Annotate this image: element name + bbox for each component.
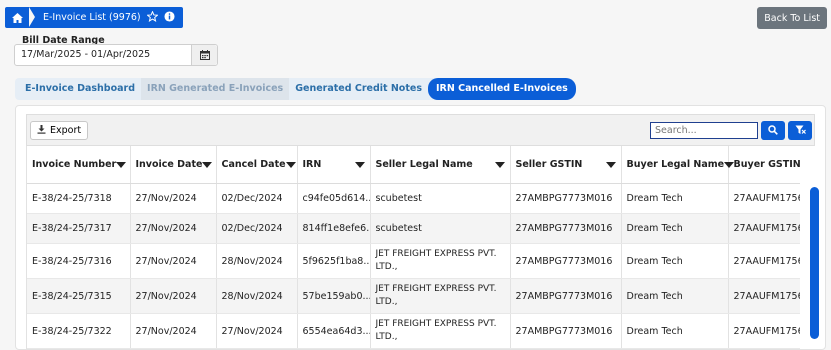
cell-invoice-date: 27/Nov/2024	[130, 243, 217, 279]
cell-irn: 814ff1e8efe6...	[297, 213, 371, 244]
cell-cancel-date: 28/Nov/2024	[216, 243, 298, 279]
cell-invoice-date: 27/Nov/2024	[130, 183, 217, 214]
data-grid: Invoice Number Invoice Date Cancel Date …	[26, 146, 800, 349]
page-title: E-Invoice List (9976)	[43, 12, 141, 23]
info-icon[interactable]	[164, 10, 175, 25]
cell-irn: 6554ea64d3...	[297, 313, 371, 349]
cell-buyer-legal-name: Dream Tech	[621, 183, 729, 214]
cell-buyer-gstin: 27AAUFM1756H1	[728, 183, 800, 214]
tab-generated-credit-notes[interactable]: Generated Credit Notes	[289, 78, 428, 100]
cell-seller-legal-name: JET FREIGHT EXPRESS PVT. LTD.,	[370, 278, 511, 314]
grid-toolbar: Export	[26, 114, 815, 146]
cell-irn: 5f9625f1ba8...	[297, 243, 371, 279]
bill-date-value[interactable]: 17/Mar/2025 - 01/Apr/2025	[15, 45, 191, 65]
home-icon[interactable]	[5, 7, 29, 28]
table-row[interactable]: E-38/24-25/7322 27/Nov/2024 27/Nov/2024 …	[27, 313, 800, 349]
search-button[interactable]	[761, 121, 785, 140]
cell-invoice-number: E-38/24-25/7317	[27, 213, 131, 244]
cell-seller-legal-name: scubetest	[370, 183, 511, 214]
search-icon	[768, 123, 778, 138]
cell-buyer-legal-name: Dream Tech	[621, 213, 729, 244]
cell-buyer-legal-name: Dream Tech	[621, 313, 729, 349]
cell-buyer-gstin: 27AAUFM1756H1	[728, 313, 800, 349]
cell-seller-gstin: 27AMBPG7773M016	[510, 213, 622, 244]
star-icon[interactable]	[146, 9, 159, 25]
filter-icon[interactable]	[354, 161, 365, 168]
filter-icon[interactable]	[285, 161, 296, 168]
table-row[interactable]: E-38/24-25/7317 27/Nov/2024 02/Dec/2024 …	[27, 213, 800, 244]
cell-seller-legal-name: JET FREIGHT EXPRESS PVT. LTD.,	[370, 313, 511, 349]
cell-invoice-number: E-38/24-25/7322	[27, 313, 131, 349]
col-buyer-gstin[interactable]: Buyer GSTIN	[728, 146, 800, 184]
filter-icon[interactable]	[724, 161, 735, 168]
cell-buyer-gstin: 27AAUFM1756H1	[728, 243, 800, 279]
col-invoice-date[interactable]: Invoice Date	[130, 146, 217, 184]
cell-buyer-gstin: 27AAUFM1756H1	[728, 213, 800, 244]
breadcrumb-separator	[29, 7, 39, 28]
filter-clear-icon	[795, 123, 806, 138]
export-button[interactable]: Export	[30, 121, 89, 140]
col-irn[interactable]: IRN	[297, 146, 371, 184]
cell-invoice-number: E-38/24-25/7316	[27, 243, 131, 279]
cell-cancel-date: 02/Dec/2024	[216, 183, 298, 214]
tab-einvoice-dashboard[interactable]: E-Invoice Dashboard	[15, 78, 141, 100]
cell-invoice-number: E-38/24-25/7315	[27, 278, 131, 314]
breadcrumb: E-Invoice List (9976)	[5, 7, 183, 28]
cell-invoice-date: 27/Nov/2024	[130, 278, 217, 314]
cell-seller-gstin: 27AMBPG7773M016	[510, 183, 622, 214]
bill-date-range-input[interactable]: 17/Mar/2025 - 01/Apr/2025	[14, 44, 218, 66]
tab-irn-cancelled[interactable]: IRN Cancelled E-Invoices	[427, 78, 576, 100]
filter-icon[interactable]	[494, 161, 505, 168]
export-label: Export	[50, 125, 82, 136]
col-invoice-number[interactable]: Invoice Number	[27, 146, 131, 184]
download-icon	[37, 124, 46, 137]
cell-buyer-legal-name: Dream Tech	[621, 278, 729, 314]
header-row: Invoice Number Invoice Date Cancel Date …	[27, 146, 800, 184]
table-row[interactable]: E-38/24-25/7315 27/Nov/2024 28/Nov/2024 …	[27, 278, 800, 314]
grid-panel: Export Invoice Number Invoice Date	[15, 105, 826, 350]
search-input[interactable]	[650, 122, 758, 139]
cell-buyer-gstin: 27AAUFM1756H1	[728, 278, 800, 314]
filter-icon[interactable]	[116, 161, 127, 168]
vertical-scrollbar[interactable]	[810, 187, 819, 339]
cell-irn: c94fe05d614...	[297, 183, 371, 214]
table-row[interactable]: E-38/24-25/7316 27/Nov/2024 28/Nov/2024 …	[27, 243, 800, 279]
cell-seller-legal-name: scubetest	[370, 213, 511, 244]
cell-invoice-date: 27/Nov/2024	[130, 313, 217, 349]
cell-cancel-date: 02/Dec/2024	[216, 213, 298, 244]
cell-buyer-legal-name: Dream Tech	[621, 243, 729, 279]
cell-seller-gstin: 27AMBPG7773M016	[510, 243, 622, 279]
col-buyer-legal-name[interactable]: Buyer Legal Name	[621, 146, 735, 184]
col-seller-legal-name[interactable]: Seller Legal Name	[370, 146, 511, 184]
breadcrumb-current: E-Invoice List (9976)	[39, 7, 183, 28]
tab-irn-generated[interactable]: IRN Generated E-Invoices	[141, 78, 290, 100]
cell-invoice-date: 27/Nov/2024	[130, 213, 217, 244]
col-seller-gstin[interactable]: Seller GSTIN	[510, 146, 622, 184]
cell-seller-gstin: 27AMBPG7773M016	[510, 278, 622, 314]
cell-seller-legal-name: JET FREIGHT EXPRESS PVT. LTD.,	[370, 243, 511, 279]
filter-icon[interactable]	[605, 161, 616, 168]
filter-icon[interactable]	[202, 161, 213, 168]
col-cancel-date[interactable]: Cancel Date	[216, 146, 298, 184]
cell-irn: 57be159ab0...	[297, 278, 371, 314]
tab-bar: E-Invoice Dashboard IRN Generated E-Invo…	[15, 78, 576, 100]
cell-seller-gstin: 27AMBPG7773M016	[510, 313, 622, 349]
calendar-icon[interactable]	[191, 45, 217, 65]
cell-cancel-date: 27/Nov/2024	[216, 313, 298, 349]
back-to-list-button[interactable]: Back To List	[757, 7, 827, 29]
table-row[interactable]: E-38/24-25/7318 27/Nov/2024 02/Dec/2024 …	[27, 183, 800, 214]
cell-invoice-number: E-38/24-25/7318	[27, 183, 131, 214]
cell-cancel-date: 28/Nov/2024	[216, 278, 298, 314]
clear-filter-button[interactable]	[788, 121, 812, 140]
